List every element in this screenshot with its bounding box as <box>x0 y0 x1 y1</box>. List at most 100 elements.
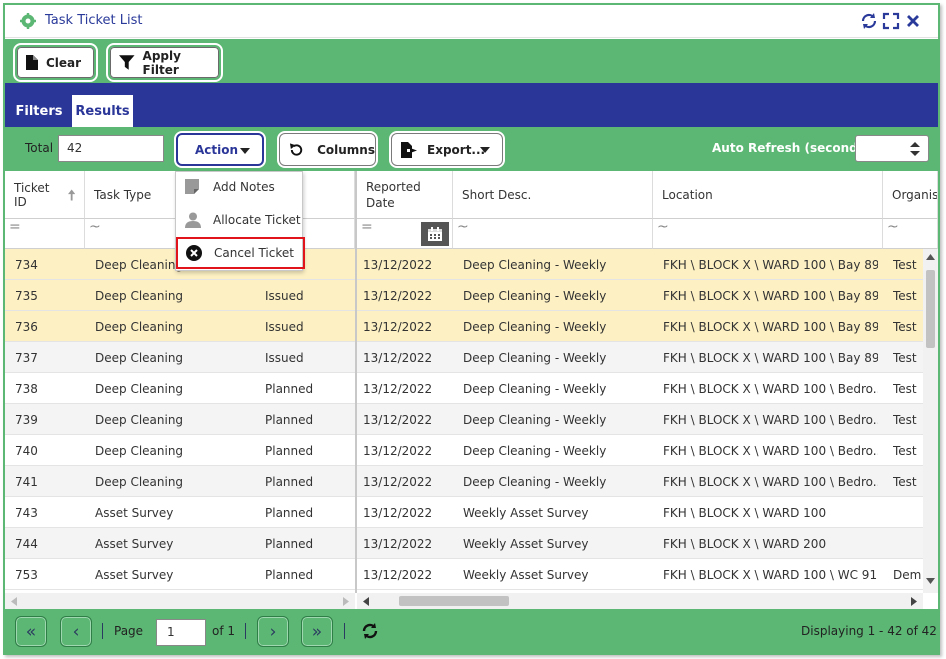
ticket-grid: Ticket ID Task Type Reported Date Short … <box>5 171 938 609</box>
filter-reported-date[interactable]: = <box>357 219 453 249</box>
cell-status: Planned <box>265 506 314 520</box>
cell-status: Planned <box>265 537 314 551</box>
cell-location: FKH \ BLOCK X \ WARD 100 \ Bedro... <box>663 413 878 427</box>
filter-ticket-id[interactable]: = <box>5 219 85 249</box>
page-label: Page <box>114 624 144 638</box>
export-dropdown-button[interactable]: Export... <box>391 133 503 166</box>
column-header-reported-date[interactable]: Reported Date <box>357 171 453 219</box>
cell-type: Asset Survey <box>95 537 174 551</box>
scroll-right-icon[interactable] <box>911 597 917 606</box>
cell-status: Issued <box>265 289 304 303</box>
cell-date: 13/12/2022 <box>363 320 433 334</box>
previous-page-button[interactable]: ‹ <box>60 616 92 647</box>
cell-status: Planned <box>265 413 314 427</box>
cell-date: 13/12/2022 <box>363 351 433 365</box>
horizontal-scroll-thumb[interactable] <box>399 596 509 606</box>
total-field[interactable]: 42 <box>58 135 164 162</box>
frozen-horizontal-scrollbar[interactable] <box>5 593 355 609</box>
cell-org: Test <box>893 444 917 458</box>
cell-type: Asset Survey <box>95 506 174 520</box>
table-row[interactable]: 737 Deep Cleaning Issued 13/12/2022 Deep Cle… <box>5 342 923 373</box>
fullscreen-icon[interactable] <box>882 12 900 30</box>
horizontal-scrollbar[interactable] <box>357 593 923 609</box>
clear-label: Clear <box>46 55 82 70</box>
columns-button[interactable]: Columns <box>279 133 376 166</box>
cell-status: Issued <box>265 320 304 334</box>
cell-org: Dem <box>893 568 922 582</box>
column-header-organisation[interactable]: Organis <box>883 171 938 219</box>
last-page-button[interactable]: » <box>301 616 333 647</box>
filter-organisation[interactable]: ~ <box>883 219 938 249</box>
cell-status: Planned <box>265 444 314 458</box>
undo-icon <box>289 142 303 156</box>
cell-org: Test <box>893 413 917 427</box>
cell-type: Deep Cleaning <box>95 320 184 334</box>
auto-refresh-spinner[interactable] <box>855 135 929 162</box>
toolbar: Clear Apply Filter <box>5 39 938 83</box>
calendar-button[interactable] <box>421 222 449 246</box>
cell-desc: Deep Cleaning - Weekly <box>463 258 607 272</box>
table-row[interactable]: 741 Deep Cleaning Planned 13/12/2022 Deep Cl… <box>5 466 923 497</box>
table-row[interactable]: 736 Deep Cleaning Issued 13/12/2022 Deep Cle… <box>5 311 923 342</box>
filter-location[interactable]: ~ <box>653 219 883 249</box>
close-icon[interactable] <box>904 12 922 30</box>
scroll-left-icon[interactable] <box>363 597 369 606</box>
cell-location: FKH \ BLOCK X \ WARD 100 <box>663 506 827 520</box>
vertical-scrollbar[interactable] <box>923 249 938 593</box>
cell-type: Deep Cleaning <box>95 413 184 427</box>
column-header-location[interactable]: Location <box>653 171 883 219</box>
cell-status: Planned <box>265 475 314 489</box>
chevron-down-icon <box>480 147 490 153</box>
spinner-arrows-icon[interactable] <box>910 142 920 156</box>
chevron-right-icon: › <box>269 621 277 642</box>
table-row[interactable]: 743 Asset Survey Planned 13/12/2022 Weekly A… <box>5 497 923 528</box>
cell-type: Asset Survey <box>95 568 174 582</box>
table-row[interactable]: 734Deep CleaningIssued13/12/2022Deep Cle… <box>5 249 923 280</box>
task-ticket-window: Task Ticket List Clear Apply Filter Filt… <box>3 3 940 655</box>
page-number-input[interactable]: 1 <box>156 619 206 646</box>
cell-location: FKH \ BLOCK X \ WARD 200 <box>663 537 827 551</box>
menu-item-allocate-ticket[interactable]: Allocate Ticket <box>176 205 304 235</box>
menu-item-add-notes[interactable]: Add Notes <box>176 172 304 202</box>
export-label: Export... <box>427 142 486 157</box>
column-header-ticket-id[interactable]: Ticket ID <box>5 171 85 219</box>
scroll-left-icon[interactable] <box>11 597 17 606</box>
chevron-down-icon <box>240 148 250 154</box>
table-row[interactable]: 753 Asset Survey Planned 13/12/2022 Weekly A… <box>5 559 923 590</box>
refresh-icon[interactable] <box>361 622 379 640</box>
menu-item-cancel-ticket[interactable]: Cancel Ticket <box>176 237 305 269</box>
auto-refresh-label: Auto Refresh (seconds) <box>712 141 871 155</box>
table-row[interactable]: 738 Deep Cleaning Planned 13/12/2022 Deep Cl… <box>5 373 923 404</box>
cell-date: 13/12/2022 <box>363 475 433 489</box>
cell-id: 739 <box>15 413 38 427</box>
cell-desc: Weekly Asset Survey <box>463 537 589 551</box>
cell-id: 743 <box>15 506 38 520</box>
filter-short-desc[interactable]: ~ <box>453 219 653 249</box>
cell-desc: Deep Cleaning - Weekly <box>463 289 607 303</box>
table-row[interactable]: 735 Deep Cleaning Issued 13/12/2022 Deep Cle… <box>5 280 923 311</box>
scroll-right-icon[interactable] <box>343 597 349 606</box>
apply-filter-button[interactable]: Apply Filter <box>106 43 223 82</box>
chevron-left-icon: ‹ <box>72 621 80 642</box>
scroll-up-icon[interactable] <box>926 254 935 260</box>
vertical-scroll-thumb[interactable] <box>926 270 935 348</box>
total-label: Total <box>25 141 54 155</box>
approx-icon: ~ <box>657 219 669 235</box>
double-chevron-left-icon: « <box>25 621 37 642</box>
table-row[interactable]: 740 Deep Cleaning Planned 13/12/2022 Deep Cl… <box>5 435 923 466</box>
tab-results[interactable]: Results <box>72 95 133 127</box>
clear-button[interactable]: Clear <box>13 43 98 82</box>
column-header-label: Short Desc. <box>462 187 532 202</box>
column-header-short-desc[interactable]: Short Desc. <box>453 171 653 219</box>
next-page-button[interactable]: › <box>257 616 289 647</box>
tab-filters[interactable]: Filters <box>15 95 63 127</box>
refresh-icon[interactable] <box>860 12 878 30</box>
sort-ascending-icon <box>67 189 75 200</box>
scroll-down-icon[interactable] <box>926 578 935 584</box>
first-page-button[interactable]: « <box>15 616 47 647</box>
frozen-column-divider <box>355 171 357 593</box>
table-row[interactable]: 744 Asset Survey Planned 13/12/2022 Weekly A… <box>5 528 923 559</box>
table-row[interactable]: 739 Deep Cleaning Planned 13/12/2022 Deep Cl… <box>5 404 923 435</box>
cell-id: 741 <box>15 475 38 489</box>
action-dropdown-button[interactable]: Action <box>176 133 264 166</box>
